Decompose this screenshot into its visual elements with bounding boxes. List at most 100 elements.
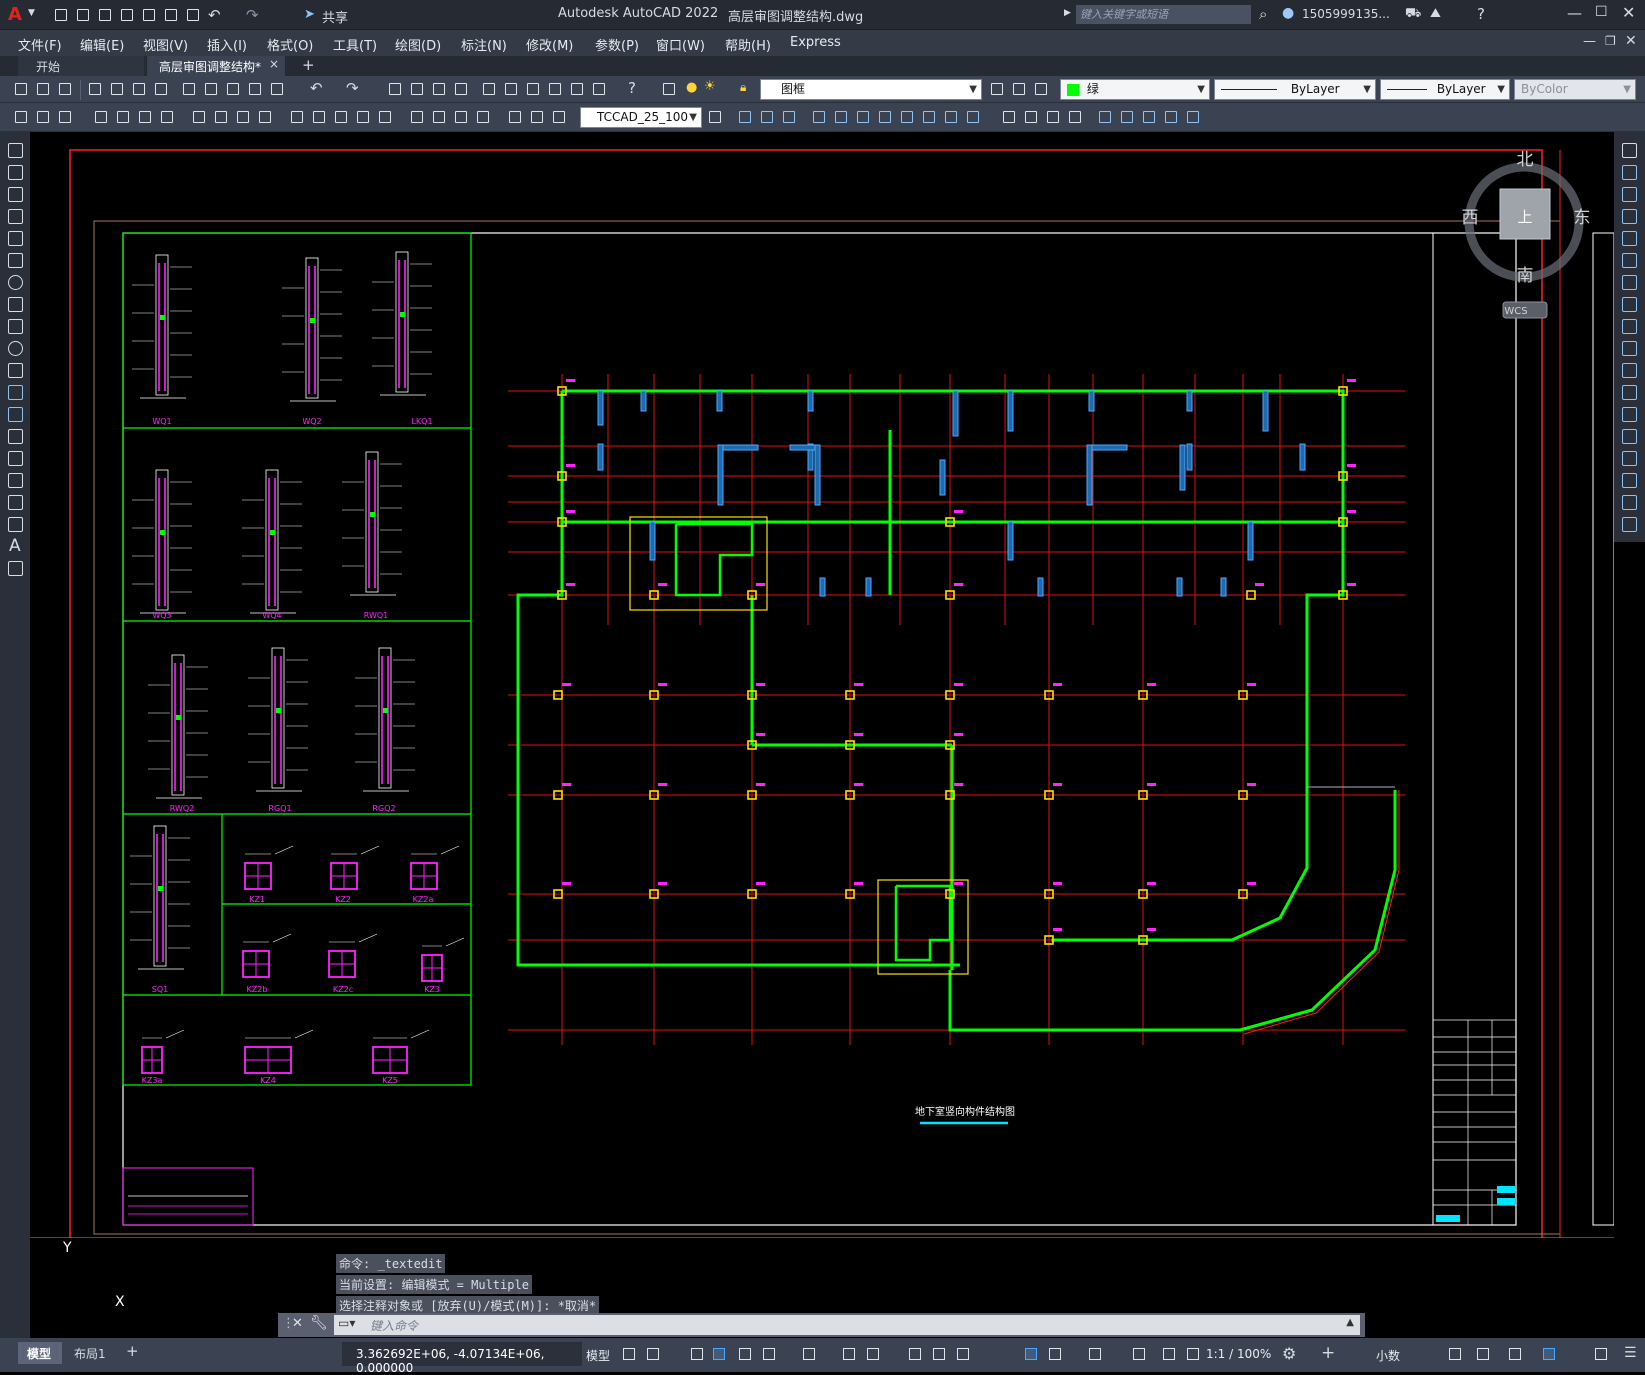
menu-window[interactable]: 窗口(W)	[656, 35, 705, 54]
menu-modify[interactable]: 修改(M)	[526, 35, 573, 54]
erase-icon[interactable]	[1618, 140, 1640, 160]
a360-icon[interactable]: ⛰	[1430, 6, 1441, 21]
fillet-icon[interactable]	[1618, 470, 1640, 490]
aligned-dim-icon[interactable]	[114, 108, 132, 126]
customization-icon[interactable]: ☰	[1624, 1345, 1637, 1361]
save-as-icon[interactable]	[118, 6, 136, 24]
jogged-dim-icon[interactable]	[212, 108, 230, 126]
extend-icon[interactable]	[942, 108, 960, 126]
lineweight-dropdown[interactable]: ByLayer ▼	[1380, 79, 1510, 100]
construction-line-icon[interactable]	[4, 162, 26, 182]
isolate-objects-icon[interactable]	[1506, 1345, 1524, 1363]
menu-parametric[interactable]: 参数(P)	[595, 35, 639, 54]
chamfer-icon[interactable]	[1618, 448, 1640, 468]
help-icon[interactable]: ?	[628, 79, 636, 97]
hatch-back-icon[interactable]	[1184, 108, 1202, 126]
add-layout-icon[interactable]: +	[126, 1342, 139, 1360]
move-icon[interactable]	[832, 108, 850, 126]
text-style-dropdown[interactable]: TCCAD_25_100 ▼	[580, 107, 702, 128]
hardware-acceleration-icon[interactable]	[1540, 1345, 1558, 1363]
mirror-icon[interactable]	[758, 108, 776, 126]
cut-icon[interactable]	[180, 80, 198, 98]
user-name[interactable]: 1505999135...	[1302, 7, 1390, 21]
move-icon[interactable]	[1618, 250, 1640, 270]
array-icon[interactable]	[1618, 228, 1640, 248]
line-icon[interactable]	[4, 140, 26, 160]
gradient-icon[interactable]	[4, 470, 26, 490]
viewcube-top-label[interactable]: 上	[1517, 208, 1532, 226]
offset-icon[interactable]	[1618, 206, 1640, 226]
plotstyle-dropdown[interactable]: ByColor ▼	[1514, 79, 1636, 100]
rectangle-icon[interactable]	[4, 228, 26, 248]
publish-icon[interactable]	[130, 80, 148, 98]
arc-length-icon[interactable]	[136, 108, 154, 126]
chamfer-icon[interactable]	[1022, 108, 1040, 126]
menu-express[interactable]: Express	[790, 35, 841, 50]
drawing-canvas[interactable]: WQ1 WQ2 LKQ1 WQ3 WQ4 RWQ1 RWQ2 RGQ1 RGQ2 SQ1 KZ1 KZ…	[30, 132, 1614, 1238]
auto-scale-icon[interactable]	[1184, 1345, 1202, 1363]
join-icon[interactable]	[1618, 426, 1640, 446]
explode-icon[interactable]	[1044, 108, 1062, 126]
continue-dim-icon[interactable]	[332, 108, 350, 126]
ellipse-icon[interactable]	[4, 338, 26, 358]
customize-icon[interactable]: 🔧︎	[310, 1315, 328, 1331]
spline-icon[interactable]	[4, 316, 26, 336]
polar-icon[interactable]	[760, 1345, 778, 1363]
text-front-icon[interactable]	[1162, 108, 1180, 126]
layer-properties-icon[interactable]	[660, 80, 678, 98]
extend-icon[interactable]	[1618, 360, 1640, 380]
draworder-icon[interactable]	[1096, 108, 1114, 126]
diameter-dim-icon[interactable]	[234, 108, 252, 126]
linetype-dropdown[interactable]: ByLayer ▼	[1214, 79, 1376, 100]
offset-icon[interactable]	[780, 108, 798, 126]
baseline-dim-icon[interactable]	[310, 108, 328, 126]
mirror-icon[interactable]	[1618, 184, 1640, 204]
zoom-window-icon[interactable]	[430, 80, 448, 98]
doc-close-icon[interactable]: ✕	[1625, 33, 1637, 49]
zoom-realtime-icon[interactable]	[408, 80, 426, 98]
rotate-icon[interactable]	[854, 108, 872, 126]
history-up-icon[interactable]: ▲	[1346, 1317, 1354, 1328]
inspect-icon[interactable]	[452, 108, 470, 126]
angular-dim-icon[interactable]	[256, 108, 274, 126]
menu-help[interactable]: 帮助(H)	[725, 35, 771, 54]
stretch-icon[interactable]	[1618, 316, 1640, 336]
color-dropdown[interactable]: 绿 ▼	[1060, 79, 1210, 100]
add-selected-icon[interactable]	[4, 558, 26, 578]
tolerance-icon[interactable]	[408, 108, 426, 126]
tool-palette-icon[interactable]	[524, 80, 542, 98]
blend-icon[interactable]	[1618, 492, 1640, 512]
menu-file[interactable]: 文件(F)	[18, 35, 62, 54]
transparency-icon[interactable]	[930, 1345, 948, 1363]
minimize-icon[interactable]: —	[1567, 4, 1582, 22]
menu-format[interactable]: 格式(O)	[267, 35, 313, 54]
settings-icon[interactable]: ⚙	[1282, 1344, 1296, 1363]
coordinates-panel[interactable]: 3.362692E+06, -4.07134E+06, 0.000000	[342, 1342, 582, 1375]
mtext-icon[interactable]: A	[9, 536, 21, 556]
lock-ui-icon[interactable]	[1474, 1345, 1492, 1363]
viewcube-north[interactable]: 北	[1517, 150, 1534, 170]
open-file-icon[interactable]	[74, 6, 92, 24]
snap-icon[interactable]	[644, 1345, 662, 1363]
tab-active-drawing[interactable]: 高层审图调整结构* ×	[147, 56, 285, 76]
calculator-icon[interactable]	[590, 80, 608, 98]
lineweight-icon[interactable]	[906, 1345, 924, 1363]
scale-icon[interactable]	[1618, 294, 1640, 314]
undo-icon[interactable]: ↶	[208, 6, 221, 24]
sheet-set-icon[interactable]	[546, 80, 564, 98]
copy-icon[interactable]	[202, 80, 220, 98]
grid-icon[interactable]	[620, 1345, 638, 1363]
tab-model[interactable]: 模型	[18, 1342, 62, 1364]
search-icon[interactable]: ⌕	[1259, 5, 1267, 23]
plot-icon[interactable]	[184, 6, 202, 24]
infer-constraints-icon[interactable]	[688, 1345, 706, 1363]
qnew-icon[interactable]	[12, 80, 30, 98]
close-icon[interactable]: ✕	[1622, 3, 1635, 22]
new-tab-icon[interactable]: +	[302, 56, 315, 74]
break-point-icon[interactable]	[1618, 382, 1640, 402]
plus-icon[interactable]: +	[1321, 1343, 1335, 1363]
open-icon[interactable]	[34, 80, 52, 98]
gizmo-icon[interactable]	[1130, 1345, 1148, 1363]
quick-properties-icon[interactable]	[1446, 1345, 1464, 1363]
dim-text-edit-icon[interactable]	[528, 108, 546, 126]
